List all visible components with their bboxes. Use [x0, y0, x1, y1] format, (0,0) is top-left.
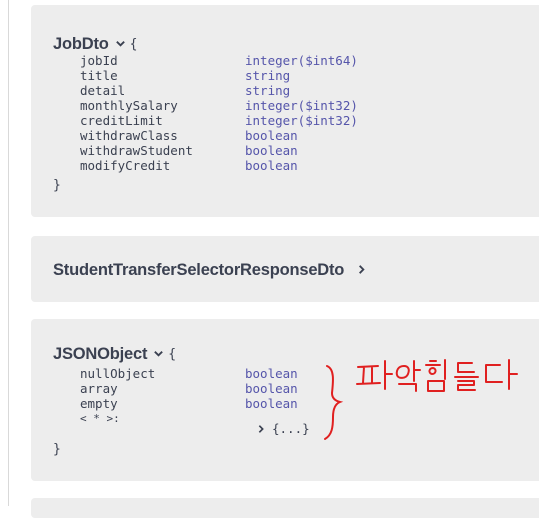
property-type: boolean: [245, 396, 298, 411]
model-header-jobdto[interactable]: JobDto {: [53, 35, 137, 54]
property-type: boolean: [245, 158, 298, 173]
close-brace: }: [53, 178, 61, 193]
model-header-jsonobject[interactable]: JSONObject {: [53, 345, 176, 364]
property-name: withdrawClass: [80, 128, 178, 143]
model-card-jobdto: JobDto { jobId integer($int64) title strin…: [31, 5, 539, 217]
handwritten-annotation: [356, 359, 518, 392]
chevron-right-icon: [258, 424, 264, 433]
model-card-student-transfer[interactable]: StudentTransferSelectorResponseDto: [31, 236, 539, 302]
open-brace: {: [168, 347, 177, 362]
property-type: integer($int64): [245, 53, 358, 68]
property-row: creditLimit integer($int32): [80, 113, 358, 128]
property-type: integer($int32): [245, 98, 358, 113]
property-type: integer($int32): [245, 113, 358, 128]
property-name: monthlySalary: [80, 98, 178, 113]
property-row: title string: [80, 68, 358, 83]
property-name: empty: [80, 396, 118, 411]
model-header-student-transfer[interactable]: StudentTransferSelectorResponseDto: [53, 261, 367, 280]
property-row: nullObject boolean: [80, 366, 298, 381]
chevron-down-icon[interactable]: [153, 346, 164, 364]
model-card-next: [31, 498, 539, 518]
property-name: title: [80, 68, 118, 83]
property-name: withdrawStudent: [80, 143, 193, 158]
left-divider: [8, 0, 9, 506]
property-row: modifyCredit boolean: [80, 158, 358, 173]
property-name: modifyCredit: [80, 158, 171, 173]
property-row: jobId integer($int64): [80, 53, 358, 68]
close-brace: }: [53, 442, 61, 457]
property-list: jobId integer($int64) title string detail s…: [80, 53, 358, 173]
property-row: withdrawClass boolean: [80, 128, 358, 143]
property-row: monthlySalary integer($int32): [80, 98, 358, 113]
model-card-jsonobject: JSONObject { nullObject boolean array bool…: [31, 319, 539, 481]
property-type: boolean: [245, 143, 298, 158]
property-type: string: [245, 83, 291, 98]
property-name: detail: [80, 83, 126, 98]
additional-properties-label: < * >:: [80, 412, 120, 425]
property-row: detail string: [80, 83, 358, 98]
property-row: withdrawStudent boolean: [80, 143, 358, 158]
open-brace: {: [129, 37, 138, 52]
collapsed-object-label: {...}: [272, 421, 310, 436]
property-type: boolean: [245, 366, 298, 381]
property-type: string: [245, 68, 291, 83]
chevron-down-icon[interactable]: [115, 36, 126, 54]
property-type: boolean: [245, 128, 298, 143]
property-row: empty boolean: [80, 396, 298, 411]
handwritten-curly-brace: [324, 365, 344, 440]
model-title: JobDto: [53, 35, 109, 53]
property-name: array: [80, 381, 118, 396]
chevron-right-icon[interactable]: [356, 262, 367, 280]
property-list: nullObject boolean array boolean empty bool…: [80, 366, 298, 426]
property-type: boolean: [245, 381, 298, 396]
property-name: nullObject: [80, 366, 156, 381]
model-title: StudentTransferSelectorResponseDto: [53, 261, 345, 279]
property-name: creditLimit: [80, 113, 163, 128]
property-row: array boolean: [80, 381, 298, 396]
property-name: jobId: [80, 53, 118, 68]
model-title: JSONObject: [53, 345, 148, 363]
expand-object-toggle[interactable]: {...}: [256, 421, 310, 436]
